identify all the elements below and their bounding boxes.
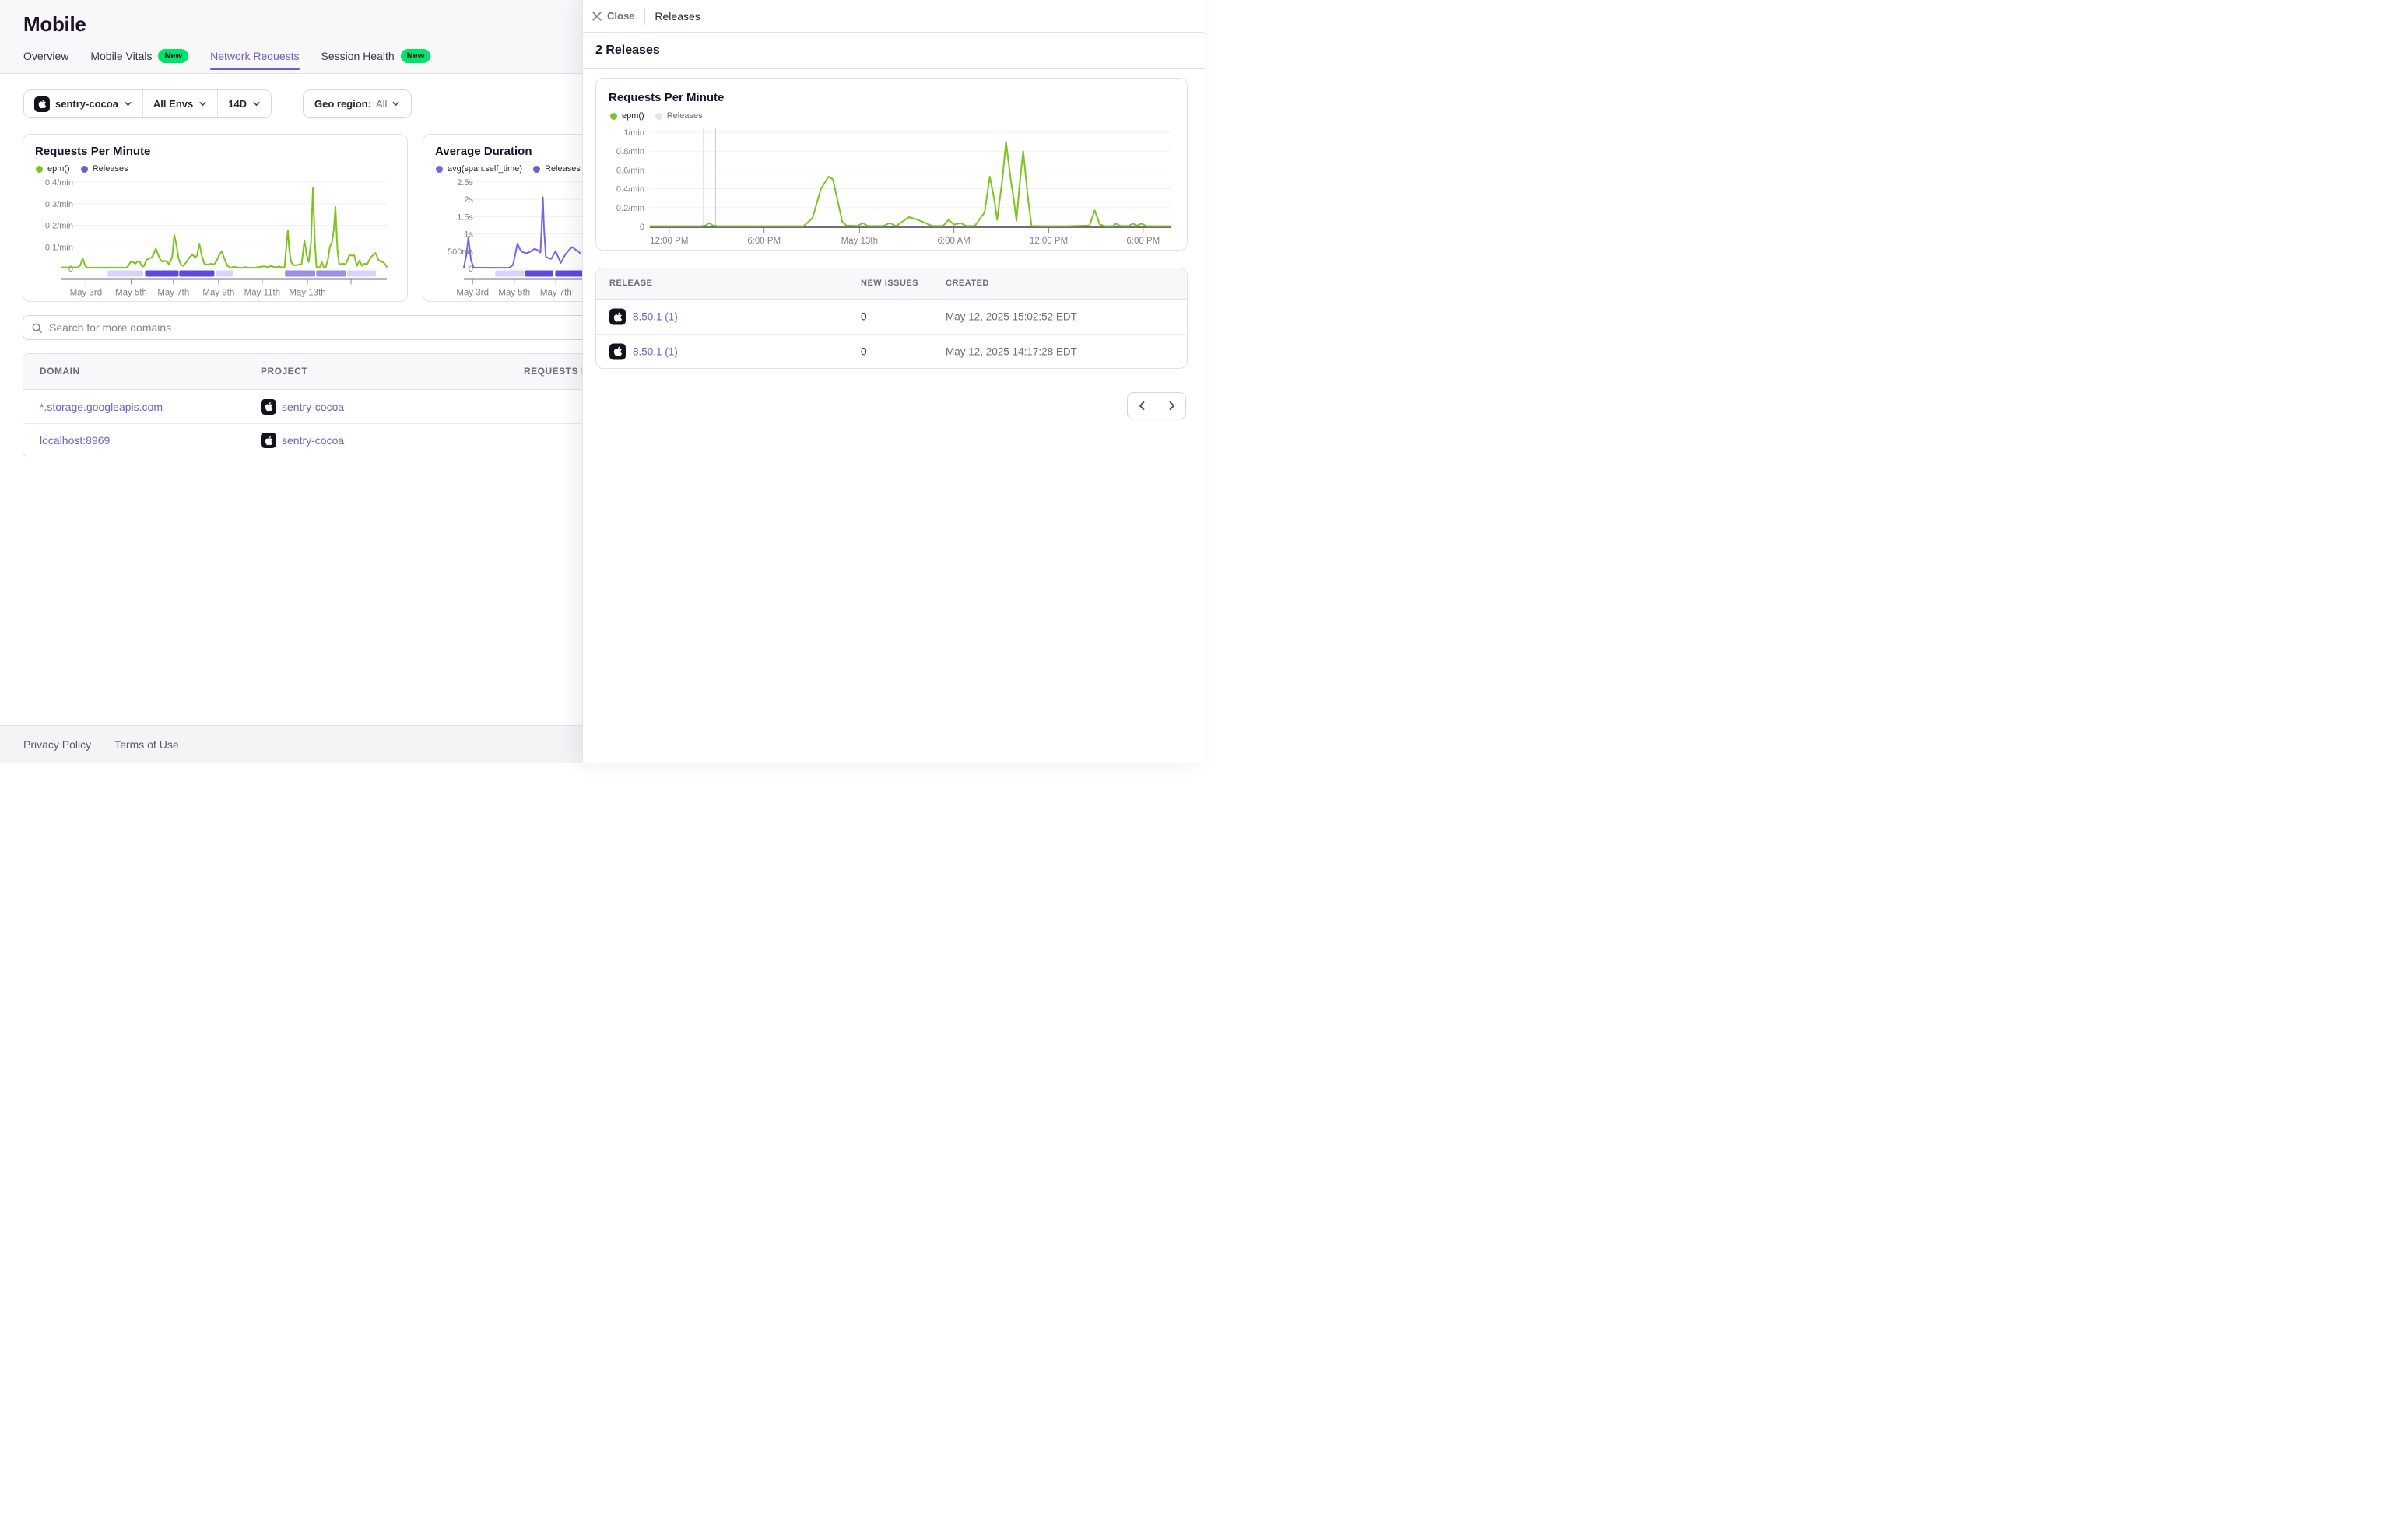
svg-text:0.2/min: 0.2/min [45, 222, 73, 231]
apple-platform-icon [34, 96, 50, 112]
search-icon [31, 322, 43, 334]
svg-text:12:00 PM: 12:00 PM [650, 237, 688, 246]
svg-text:May 7th: May 7th [540, 289, 572, 298]
legend-dot [81, 166, 88, 173]
new-badge: New [401, 49, 431, 63]
pagination [1127, 392, 1186, 419]
tab-network-requests[interactable]: Network Requests [210, 44, 299, 73]
previous-page-button[interactable] [1128, 393, 1157, 419]
apple-platform-icon [261, 399, 276, 415]
date-range-filter[interactable]: 14D [217, 90, 271, 117]
chevron-down-icon [198, 100, 207, 108]
releases-table: RELEASE NEW ISSUES CREATED 8.50.1 (1) 0 … [595, 268, 1188, 369]
panel-heading-row: 2 Releases [583, 33, 1204, 69]
svg-text:0.3/min: 0.3/min [45, 200, 73, 209]
requests-per-minute-card: Requests Per Minute epm() Releases 0.4/m… [23, 134, 408, 302]
svg-text:1/min: 1/min [623, 128, 644, 138]
apple-platform-icon [261, 433, 276, 448]
panel-requests-per-minute-card: Requests Per Minute epm() Releases 1/min… [595, 78, 1188, 251]
svg-text:0: 0 [68, 265, 73, 274]
filter-button-group: sentry-cocoa All Envs 14D [23, 89, 272, 118]
svg-text:0.4/min: 0.4/min [616, 185, 644, 195]
releases-panel: Close Releases 2 Releases Requests Per M… [582, 0, 1204, 762]
apple-platform-icon [609, 343, 626, 359]
project-filter[interactable]: sentry-cocoa [24, 90, 142, 117]
tab-bar: Overview Mobile VitalsNew Network Reques… [23, 44, 430, 73]
svg-text:12:00 PM: 12:00 PM [1030, 237, 1068, 246]
svg-text:May 3rd: May 3rd [70, 289, 103, 298]
svg-text:May 5th: May 5th [115, 289, 147, 298]
svg-text:0: 0 [640, 223, 644, 232]
svg-text:2s: 2s [464, 195, 473, 205]
divider [644, 8, 645, 25]
tab-session-health[interactable]: Session HealthNew [321, 44, 431, 73]
table-row: 8.50.1 (1) 0 May 12, 2025 14:17:28 EDT [596, 334, 1187, 368]
svg-text:May 7th: May 7th [157, 289, 189, 298]
table-row: 8.50.1 (1) 0 May 12, 2025 15:02:52 EDT [596, 300, 1187, 334]
chevron-down-icon [391, 100, 400, 108]
chevron-right-icon [1167, 401, 1177, 411]
apple-platform-icon [609, 309, 626, 325]
svg-text:6:00 PM: 6:00 PM [747, 237, 781, 246]
svg-text:0.4/min: 0.4/min [45, 178, 73, 188]
svg-text:0.1/min: 0.1/min [45, 243, 73, 252]
new-issues-count: 0 [861, 311, 867, 323]
releases-table-header: RELEASE NEW ISSUES CREATED [596, 268, 1187, 300]
panel-requests-per-minute-chart[interactable]: 1/min 0.8/min 0.6/min 0.4/min 0.2/min 0 12:00 … [596, 125, 1188, 252]
geo-region-filter[interactable]: Geo region: All [303, 89, 412, 118]
legend-dot [436, 166, 443, 173]
created-timestamp: May 12, 2025 15:02:52 EDT [946, 311, 1077, 323]
close-button[interactable]: Close [592, 10, 634, 22]
svg-text:1.5s: 1.5s [457, 212, 473, 222]
legend-dot [36, 166, 43, 173]
tab-overview[interactable]: Overview [23, 44, 68, 73]
environment-filter[interactable]: All Envs [142, 90, 217, 117]
requests-per-minute-chart[interactable]: 0.4/min 0.3/min 0.2/min 0.1/min 0 May 3rd May … [23, 176, 409, 303]
svg-text:May 3rd: May 3rd [456, 289, 489, 298]
app-root: Mobile Overview Mobile VitalsNew Network… [0, 0, 1204, 762]
project-link[interactable]: sentry-cocoa [282, 434, 344, 447]
svg-text:May 9th: May 9th [202, 289, 234, 298]
new-issues-count: 0 [861, 345, 867, 357]
release-link[interactable]: 8.50.1 (1) [633, 345, 678, 357]
chart-legend: avg(span.self_time) Releases [436, 164, 581, 174]
close-icon [592, 12, 602, 21]
chart-title: Requests Per Minute [35, 145, 150, 158]
created-timestamp: May 12, 2025 14:17:28 EDT [946, 345, 1077, 357]
chart-title: Average Duration [435, 145, 532, 158]
svg-text:0.8/min: 0.8/min [616, 147, 644, 156]
svg-text:0.2/min: 0.2/min [616, 204, 644, 213]
svg-text:May 11th: May 11th [244, 289, 280, 298]
chevron-down-icon [252, 100, 261, 108]
releases-count-heading: 2 Releases [595, 44, 660, 58]
chevron-left-icon [1137, 401, 1147, 411]
release-link[interactable]: 8.50.1 (1) [633, 311, 678, 323]
panel-title: Releases [655, 10, 700, 23]
chart-legend: epm() Releases [36, 164, 128, 174]
svg-text:May 13th: May 13th [841, 237, 878, 246]
new-badge: New [158, 49, 188, 63]
chart-legend: epm() Releases [610, 111, 703, 121]
legend-dot [533, 166, 540, 173]
svg-text:6:00 PM: 6:00 PM [1126, 237, 1160, 246]
page-title: Mobile [23, 12, 86, 37]
svg-text:0.6/min: 0.6/min [616, 166, 644, 175]
domain-link[interactable]: localhost:8969 [40, 434, 110, 447]
terms-of-use-link[interactable]: Terms of Use [114, 738, 178, 751]
tab-mobile-vitals[interactable]: Mobile VitalsNew [90, 44, 188, 73]
project-link[interactable]: sentry-cocoa [282, 401, 344, 413]
svg-text:2.5s: 2.5s [457, 178, 473, 188]
panel-header: Close Releases [583, 0, 1204, 33]
privacy-policy-link[interactable]: Privacy Policy [23, 738, 91, 751]
chevron-down-icon [124, 100, 132, 108]
domain-link[interactable]: *.storage.googleapis.com [40, 401, 163, 413]
legend-dot [610, 113, 617, 120]
chart-title: Requests Per Minute [609, 91, 724, 104]
next-page-button[interactable] [1157, 393, 1185, 419]
svg-text:6:00 AM: 6:00 AM [938, 237, 971, 246]
svg-text:May 5th: May 5th [498, 289, 530, 298]
svg-text:May 13th: May 13th [289, 289, 325, 298]
legend-dot [655, 113, 662, 120]
